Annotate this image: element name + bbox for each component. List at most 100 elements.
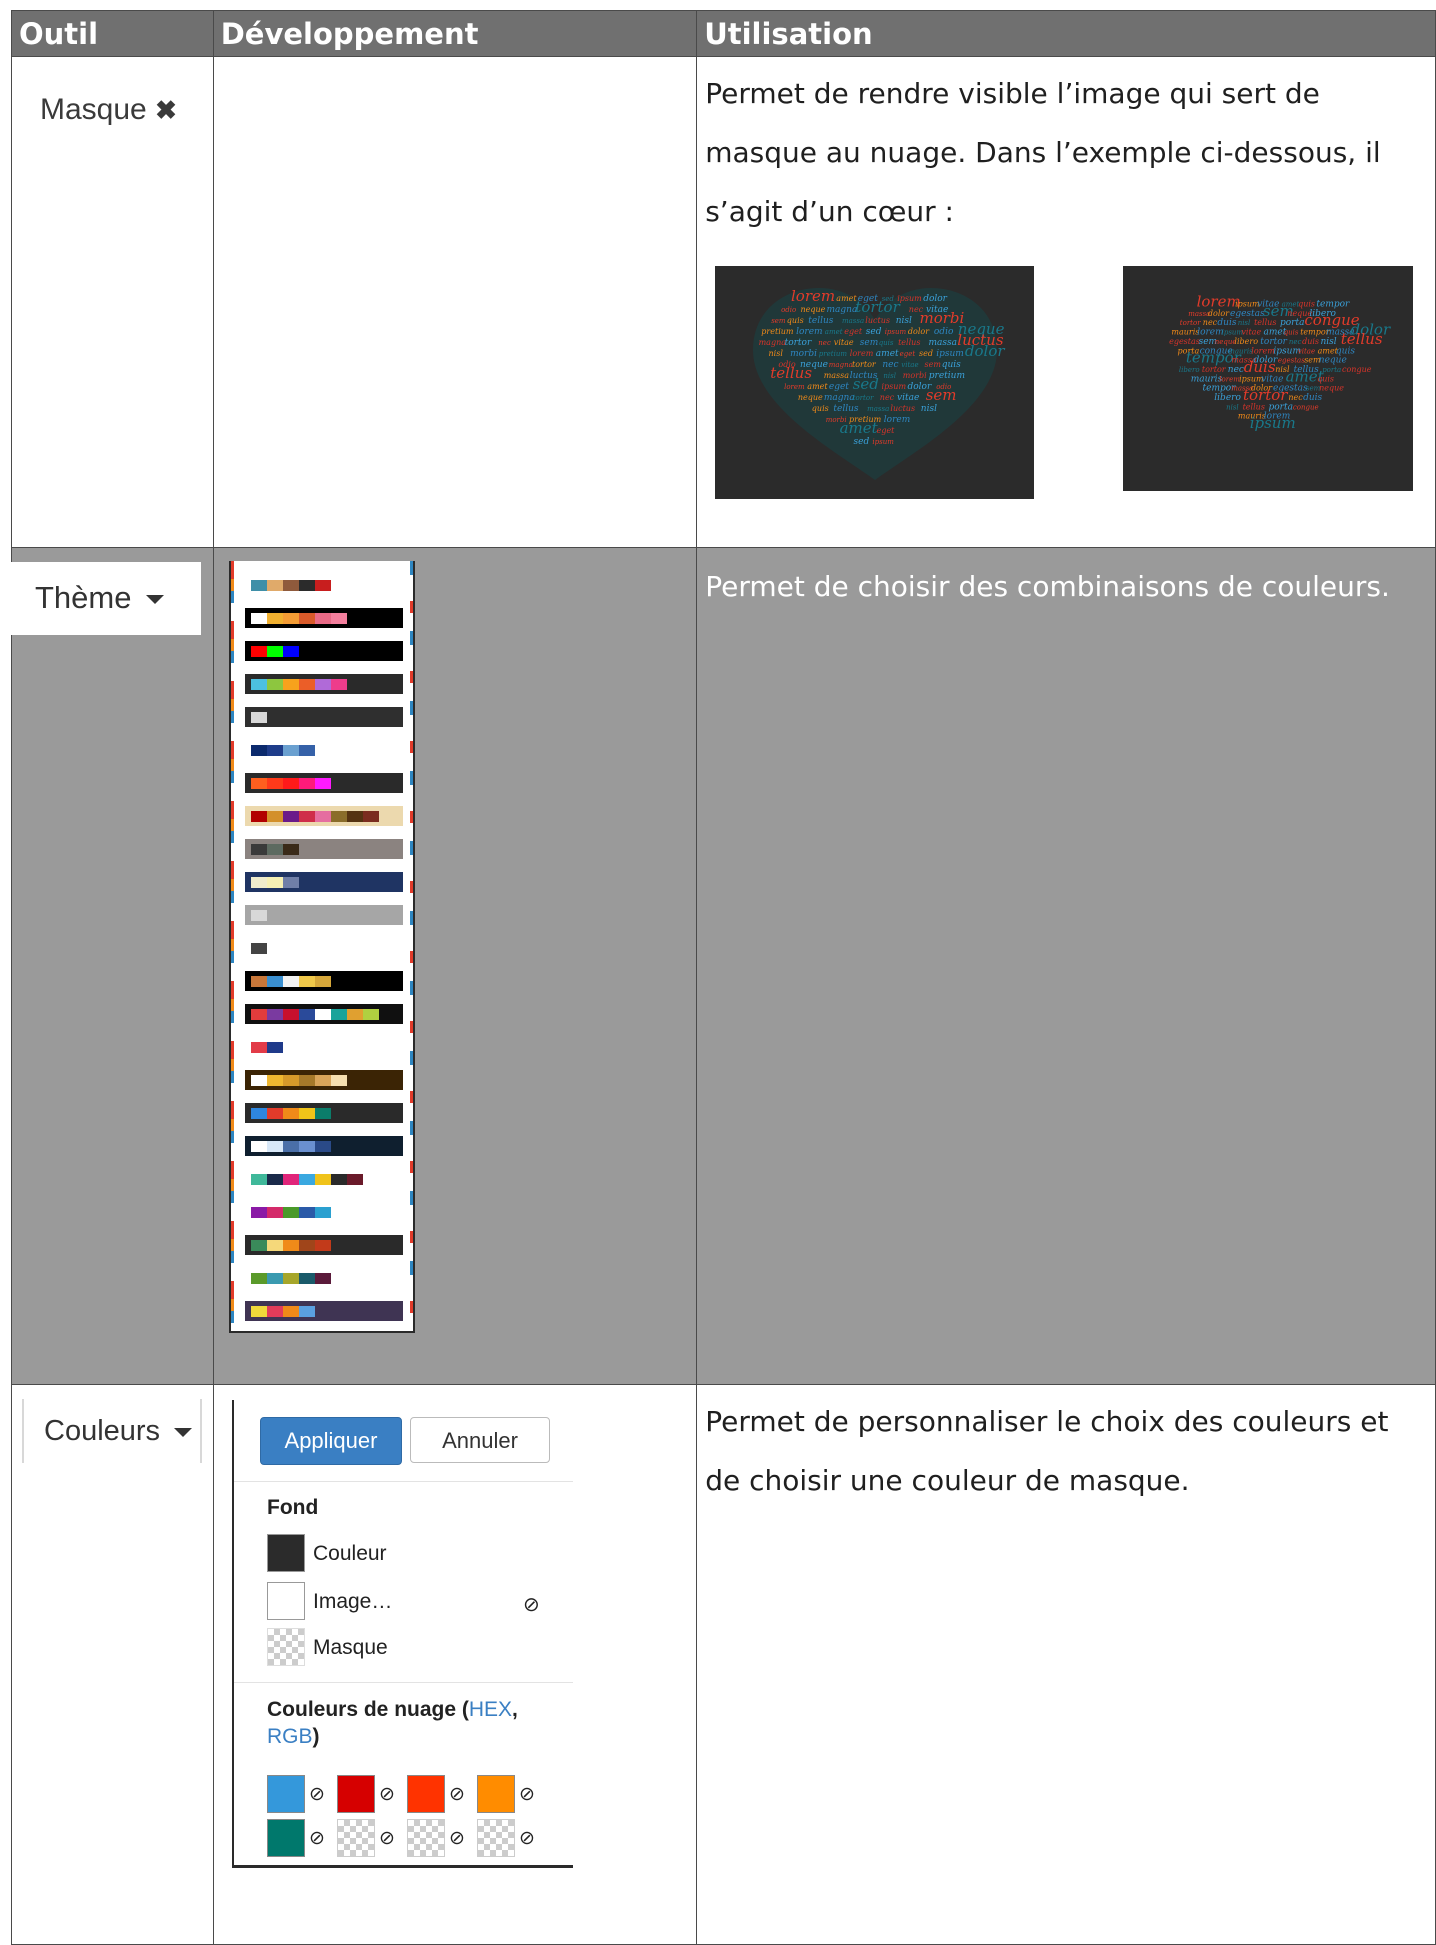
theme-palette-option[interactable] [245, 773, 403, 793]
theme-palette-option[interactable] [245, 872, 403, 892]
theme-palette-option[interactable] [245, 1070, 403, 1090]
palette-color-swatch [299, 778, 315, 789]
theme-palette-option[interactable] [245, 938, 403, 958]
clear-color-icon[interactable]: ⊘ [379, 1827, 395, 1850]
theme-palette-option[interactable] [245, 1301, 403, 1321]
theme-palette-option[interactable] [245, 575, 403, 595]
palette-color-swatch [267, 1108, 283, 1119]
heart-word: amet [825, 328, 843, 336]
theme-palette-option[interactable] [245, 1268, 403, 1288]
heart-word: magna [827, 305, 858, 315]
cloud-color-swatch[interactable] [267, 1775, 305, 1813]
heart-word: massa [842, 317, 864, 325]
palette-color-swatch [315, 679, 331, 690]
clear-color-icon[interactable]: ⊘ [519, 1783, 535, 1806]
theme-palette-option[interactable] [245, 1004, 403, 1024]
cell-theme-usage: Permet de choisir des combinaisons de co… [696, 547, 1436, 1385]
theme-palette-option[interactable] [245, 1103, 403, 1123]
palette-color-swatch [251, 1207, 267, 1218]
heart-word: vitae [897, 393, 919, 403]
masque-button[interactable]: Masque ✖ [40, 93, 177, 127]
palette-color-swatch [251, 1240, 267, 1251]
heart-word: odio [781, 306, 796, 314]
palette-color-swatch [299, 811, 315, 822]
fond-option-image[interactable]: Image… ⊘ [267, 1582, 540, 1622]
clear-color-icon[interactable]: ⊘ [449, 1783, 465, 1806]
cloud-color-swatch[interactable] [407, 1775, 445, 1813]
clear-color-icon[interactable]: ⊘ [309, 1783, 325, 1806]
couleurs-usage-text: Permet de personnaliser le choix des cou… [705, 1405, 1389, 1497]
cloud-color-swatch[interactable] [477, 1775, 515, 1813]
hex-link[interactable]: HEX [469, 1698, 512, 1721]
theme-palette-option[interactable] [245, 839, 403, 859]
theme-palette-option[interactable] [245, 1235, 403, 1255]
palette-color-swatch [267, 1075, 283, 1086]
heart-word: pretium [761, 327, 794, 336]
palette-color-swatch [251, 613, 267, 624]
heart-word: nec [1288, 393, 1303, 402]
cell-theme-tool [11, 547, 214, 1385]
apply-button[interactable]: Appliquer [260, 1417, 402, 1465]
palette-color-swatch [299, 1009, 315, 1020]
theme-palette-option[interactable] [245, 740, 403, 760]
mask-swatch[interactable] [267, 1628, 305, 1666]
heart-word: morbi [790, 349, 817, 359]
clear-color-icon[interactable]: ⊘ [309, 1827, 325, 1850]
theme-palette-option[interactable] [245, 1037, 403, 1057]
palette-color-swatch [315, 1075, 331, 1086]
palette-color-swatch [267, 745, 283, 756]
theme-dropdown-button[interactable]: Thème [11, 562, 201, 635]
palette-color-swatch [267, 613, 283, 624]
theme-palette-option[interactable] [245, 1136, 403, 1156]
cloud-color-swatch[interactable] [337, 1775, 375, 1813]
palette-color-swatch [299, 613, 315, 624]
heart-word: lorem [784, 383, 805, 391]
cancel-button[interactable]: Annuler [410, 1417, 550, 1463]
palette-color-swatch [299, 1273, 315, 1284]
heart-word: congue [1293, 403, 1319, 411]
palette-color-swatch [315, 1240, 331, 1251]
theme-palette-option[interactable] [245, 707, 403, 727]
cloud-color-swatch[interactable] [407, 1819, 445, 1857]
clear-color-icon[interactable]: ⊘ [519, 1827, 535, 1850]
theme-palette-menu [229, 561, 415, 1333]
cloud-color-swatch[interactable] [267, 1819, 305, 1857]
palette-color-swatch [331, 1174, 347, 1185]
heart-word: lorem [791, 287, 835, 305]
heart-word: eget [844, 327, 863, 336]
heart-word: amet [807, 382, 828, 391]
heart-word: magna [824, 393, 855, 403]
theme-palette-option[interactable] [245, 1169, 403, 1189]
palette-color-swatch [331, 1075, 347, 1086]
rgb-link[interactable]: RGB [267, 1725, 313, 1748]
theme-palette-option[interactable] [245, 641, 403, 661]
heart-cloud-image-right: lorem ipsum vitae amet quis tempor massa dolor e… [1123, 266, 1413, 491]
palette-color-swatch [347, 1174, 363, 1185]
cloud-color-swatch[interactable] [477, 1819, 515, 1857]
heart-word: tellus [1254, 318, 1276, 327]
theme-palette-option[interactable] [245, 905, 403, 925]
heart-word: lorem [1197, 293, 1241, 311]
theme-palette-option[interactable] [245, 674, 403, 694]
heart-word: tellus [770, 364, 812, 382]
palette-color-swatch [251, 1141, 267, 1152]
heart-word: tortor [1243, 386, 1288, 404]
clear-color-icon[interactable]: ⊘ [379, 1783, 395, 1806]
palette-color-swatch [315, 1174, 331, 1185]
color-swatch[interactable] [267, 1534, 305, 1572]
cloud-color-swatch[interactable] [337, 1819, 375, 1857]
theme-palette-option[interactable] [245, 806, 403, 826]
palette-color-swatch [283, 580, 299, 591]
theme-palette-option[interactable] [245, 971, 403, 991]
image-swatch[interactable] [267, 1582, 305, 1620]
theme-palette-option[interactable] [245, 608, 403, 628]
palette-color-swatch [283, 811, 299, 822]
cell-masque-tool [11, 56, 214, 548]
heart-word: libero [1214, 393, 1241, 403]
heart-word: sed [866, 327, 882, 337]
theme-palette-option[interactable] [245, 1202, 403, 1222]
clear-color-icon[interactable]: ⊘ [449, 1827, 465, 1850]
couleurs-dropdown-button[interactable]: Couleurs [22, 1399, 202, 1463]
palette-color-swatch [299, 1306, 315, 1317]
clear-icon[interactable]: ⊘ [523, 1592, 540, 1617]
